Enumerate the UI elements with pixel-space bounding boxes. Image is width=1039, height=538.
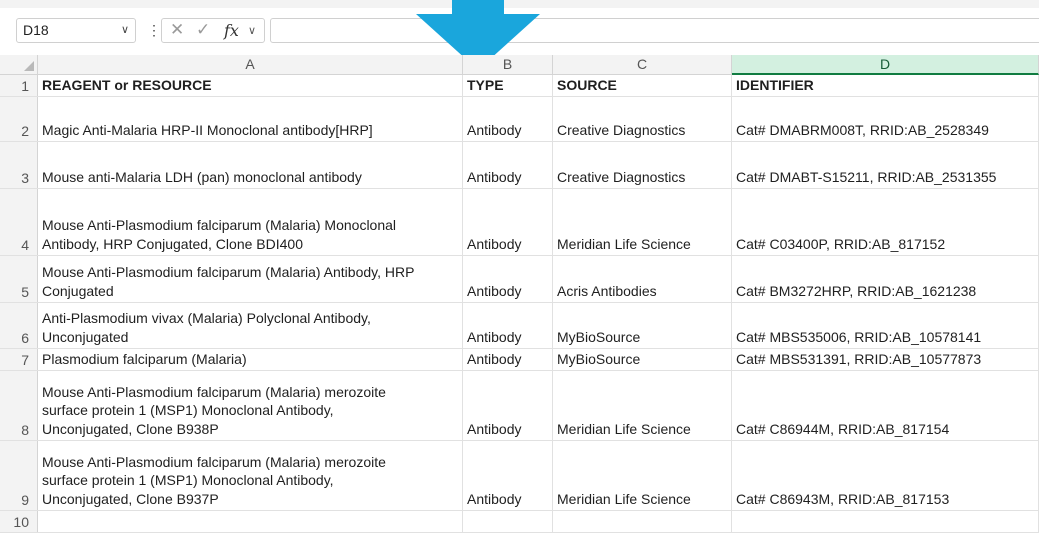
row-header[interactable]: 9	[0, 441, 38, 510]
column-header-b[interactable]: B	[463, 55, 553, 75]
row-header[interactable]: 10	[0, 511, 38, 532]
worksheet-grid: A B C D 1 REAGENT or RESOURCE TYPE SOURC…	[0, 55, 1039, 538]
chevron-down-icon[interactable]: ∨	[248, 24, 256, 37]
table-row: 1 REAGENT or RESOURCE TYPE SOURCE IDENTI…	[0, 75, 1039, 97]
cell-d[interactable]: Cat# C86943M, RRID:AB_817153	[732, 441, 1039, 510]
cell-a[interactable]: REAGENT or RESOURCE	[38, 75, 463, 96]
cell-c[interactable]	[553, 511, 732, 532]
x-icon[interactable]: ✕	[170, 20, 184, 40]
name-box-value: D18	[23, 22, 49, 38]
row-header[interactable]: 7	[0, 349, 38, 370]
cell-d[interactable]: Cat# BM3272HRP, RRID:AB_1621238	[732, 256, 1039, 302]
table-row: 3 Mouse anti-Malaria LDH (pan) monoclona…	[0, 142, 1039, 189]
row-header[interactable]: 5	[0, 256, 38, 302]
table-row: 4 Mouse Anti-Plasmodium falciparum (Mala…	[0, 189, 1039, 256]
cell-c[interactable]: Acris Antibodies	[553, 256, 732, 302]
column-header-c[interactable]: C	[553, 55, 732, 75]
formula-input[interactable]	[270, 18, 1039, 43]
row-header[interactable]: 3	[0, 142, 38, 188]
table-row: 5 Mouse Anti-Plasmodium falciparum (Mala…	[0, 256, 1039, 303]
cell-b[interactable]: Antibody	[463, 371, 553, 440]
cell-d[interactable]: Cat# MBS535006, RRID:AB_10578141	[732, 303, 1039, 348]
cell-a[interactable]: Plasmodium falciparum (Malaria)	[38, 349, 463, 370]
row-header[interactable]: 2	[0, 97, 38, 141]
cell-b[interactable]: Antibody	[463, 142, 553, 188]
cell-d[interactable]	[732, 511, 1039, 532]
cell-b[interactable]: TYPE	[463, 75, 553, 96]
formula-buttons: ✕ ✓ fx ∨	[161, 18, 265, 43]
cell-b[interactable]	[463, 511, 553, 532]
table-row: 9 Mouse Anti-Plasmodium falciparum (Mala…	[0, 441, 1039, 511]
row-header[interactable]: 8	[0, 371, 38, 440]
cell-a[interactable]: Mouse Anti-Plasmodium falciparum (Malari…	[38, 189, 463, 255]
more-options-icon[interactable]: ⋮	[147, 22, 161, 39]
cell-a[interactable]: Anti-Plasmodium vivax (Malaria) Polyclon…	[38, 303, 463, 348]
table-row: 7 Plasmodium falciparum (Malaria) Antibo…	[0, 349, 1039, 371]
cell-d[interactable]: Cat# C86944M, RRID:AB_817154	[732, 371, 1039, 440]
cell-d[interactable]: Cat# C03400P, RRID:AB_817152	[732, 189, 1039, 255]
cell-c[interactable]: Meridian Life Science	[553, 189, 732, 255]
row-header[interactable]: 1	[0, 75, 38, 96]
cell-c[interactable]: Meridian Life Science	[553, 441, 732, 510]
cell-a[interactable]: Magic Anti-Malaria HRP-II Monoclonal ant…	[38, 97, 463, 141]
table-row: 6 Anti-Plasmodium vivax (Malaria) Polycl…	[0, 303, 1039, 349]
column-header-a[interactable]: A	[38, 55, 463, 75]
column-header-d[interactable]: D	[732, 55, 1039, 75]
cell-a[interactable]: Mouse anti-Malaria LDH (pan) monoclonal …	[38, 142, 463, 188]
cell-b[interactable]: Antibody	[463, 256, 553, 302]
select-all-corner[interactable]	[0, 55, 38, 75]
cell-c[interactable]: MyBioSource	[553, 349, 732, 370]
cell-c[interactable]: Meridian Life Science	[553, 371, 732, 440]
cell-a[interactable]: Mouse Anti-Plasmodium falciparum (Malari…	[38, 371, 463, 440]
cell-c[interactable]: MyBioSource	[553, 303, 732, 348]
cell-d[interactable]: Cat# MBS531391, RRID:AB_10577873	[732, 349, 1039, 370]
cell-b[interactable]: Antibody	[463, 349, 553, 370]
row-header[interactable]: 6	[0, 303, 38, 348]
cell-d[interactable]: Cat# DMABRM008T, RRID:AB_2528349	[732, 97, 1039, 141]
table-row: 8 Mouse Anti-Plasmodium falciparum (Mala…	[0, 371, 1039, 441]
check-icon[interactable]: ✓	[196, 20, 210, 40]
cell-a[interactable]: Mouse Anti-Plasmodium falciparum (Malari…	[38, 256, 463, 302]
table-row: 10	[0, 511, 1039, 533]
cell-d[interactable]: Cat# DMABT-S15211, RRID:AB_2531355	[732, 142, 1039, 188]
cell-a[interactable]: Mouse Anti-Plasmodium falciparum (Malari…	[38, 441, 463, 510]
cell-c[interactable]: Creative Diagnostics	[553, 97, 732, 141]
row-header[interactable]: 4	[0, 189, 38, 255]
cell-b[interactable]: Antibody	[463, 441, 553, 510]
cell-a[interactable]	[38, 511, 463, 532]
name-box[interactable]: D18 ∨	[16, 18, 136, 43]
cell-c[interactable]: Creative Diagnostics	[553, 142, 732, 188]
chevron-down-icon[interactable]: ∨	[121, 19, 129, 42]
cell-c[interactable]: SOURCE	[553, 75, 732, 96]
cell-b[interactable]: Antibody	[463, 189, 553, 255]
insert-function-icon[interactable]: fx	[224, 21, 239, 40]
cell-b[interactable]: Antibody	[463, 303, 553, 348]
cell-d[interactable]: IDENTIFIER	[732, 75, 1039, 96]
table-row: 2 Magic Anti-Malaria HRP-II Monoclonal a…	[0, 97, 1039, 142]
cell-b[interactable]: Antibody	[463, 97, 553, 141]
